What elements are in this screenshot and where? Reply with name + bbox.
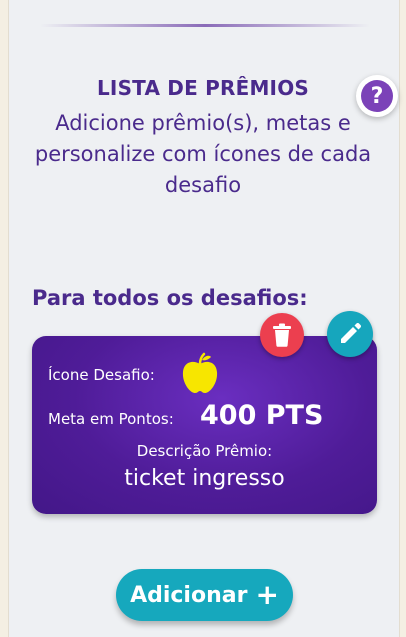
goal-label: Meta em Pontos: bbox=[48, 410, 174, 428]
add-button[interactable]: Adicionar + bbox=[116, 569, 293, 621]
description-value: ticket ingresso bbox=[124, 466, 285, 491]
top-divider bbox=[40, 24, 370, 27]
section-title: Para todos os desafios: bbox=[32, 286, 308, 310]
page-title: LISTA DE PRÊMIOS bbox=[96, 76, 310, 100]
page-subtitle: Adicione prêmio(s), metas e personalize … bbox=[34, 111, 372, 197]
goal-points: 400 PTS bbox=[200, 400, 324, 431]
icon-label: Ícone Desafio: bbox=[48, 366, 155, 384]
pencil-icon bbox=[341, 323, 361, 343]
edit-button[interactable] bbox=[327, 311, 373, 357]
description-label: Descrição Prêmio: bbox=[136, 442, 273, 460]
trash-icon bbox=[273, 323, 291, 347]
delete-button[interactable] bbox=[260, 313, 304, 357]
prize-card: Ícone Desafio: Meta em Pontos: 400 PTS D… bbox=[32, 336, 377, 514]
question-icon: ? bbox=[361, 80, 393, 112]
add-button-label: Adicionar bbox=[130, 582, 248, 608]
apple-icon bbox=[182, 352, 218, 393]
plus-icon: + bbox=[255, 578, 279, 611]
help-button[interactable]: ? bbox=[356, 75, 398, 117]
